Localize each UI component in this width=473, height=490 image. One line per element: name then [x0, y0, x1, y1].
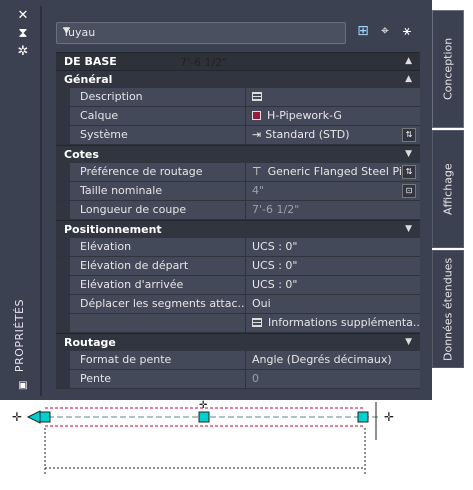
details-icon	[252, 318, 262, 327]
property-row[interactable]: Elévation d'arrivée UCS : 0"	[56, 276, 420, 295]
section-routage[interactable]: Routage ▼	[56, 333, 420, 351]
property-row[interactable]: Pente 0	[56, 370, 420, 389]
grip-start[interactable]	[39, 411, 51, 423]
property-row[interactable]: Calque H-Pipework-G	[56, 107, 420, 126]
dimension-text: 7'-6 1/2"	[180, 56, 228, 69]
palette-title: PROPRIÉTÉS	[13, 298, 26, 372]
property-key: Description	[70, 88, 246, 106]
auto-hide-icon[interactable]: ⧗	[15, 26, 31, 42]
property-key: Format de pente	[70, 351, 246, 369]
property-key: Système	[70, 126, 246, 144]
add-grip-icon[interactable]: ✛	[199, 400, 208, 411]
additional-info-button[interactable]: Informations supplémenta...	[246, 314, 420, 332]
section-cotes[interactable]: Cotes ▼	[56, 145, 420, 163]
pick-icon[interactable]: ⇅	[402, 128, 416, 142]
system-icon: ⇥	[252, 128, 262, 141]
property-value[interactable]: 4" ⊡	[246, 182, 420, 200]
property-value[interactable]: Angle (Degrés décimaux)	[246, 351, 420, 369]
property-value[interactable]	[246, 88, 420, 106]
property-key: Elévation de départ	[70, 257, 246, 275]
section-general[interactable]: Général ▲	[56, 70, 420, 88]
select-objects-icon[interactable]: ⌖	[376, 22, 394, 40]
property-key: Longueur de coupe	[70, 201, 246, 219]
chevron-up-icon: ▲	[405, 74, 412, 84]
routing-preference-value: Generic Flanged Steel Pip	[267, 165, 409, 178]
property-row[interactable]: Déplacer les segments attac... Oui	[56, 295, 420, 314]
property-key: Elévation	[70, 238, 246, 256]
layer-name: H-Pipework-G	[267, 109, 342, 122]
property-row[interactable]: Système ⇥ Standard (STD) ⇅	[56, 126, 420, 145]
property-value[interactable]: ⇥ Standard (STD) ⇅	[246, 126, 420, 144]
object-type-select[interactable]: Tuyau ▼	[56, 22, 346, 44]
chevron-up-icon: ▲	[405, 56, 412, 66]
add-selection-icon[interactable]: ⊞	[354, 22, 372, 40]
section-positionnement[interactable]: Positionnement ▼	[56, 220, 420, 238]
close-icon[interactable]: ✕	[15, 8, 31, 24]
property-key: Pente	[70, 370, 246, 388]
property-row: Longueur de coupe 7'-6 1/2"	[56, 201, 420, 220]
property-key: Déplacer les segments attac...	[70, 295, 246, 313]
property-value[interactable]: UCS : 0"	[246, 257, 420, 275]
section-de-base[interactable]: DE BASE ▲	[56, 52, 420, 70]
property-row[interactable]: Elévation de départ UCS : 0"	[56, 257, 420, 276]
palette-menu-icon[interactable]: ▣	[15, 378, 31, 394]
tab-donnees-etendues[interactable]: Données étendues	[432, 250, 464, 368]
property-row[interactable]: Format de pente Angle (Degrés décimaux)	[56, 351, 420, 370]
drawing-area[interactable]: ✛ ✛ ✛	[0, 400, 473, 490]
tab-conception[interactable]: Conception	[432, 10, 464, 128]
grip-end[interactable]	[357, 411, 369, 423]
property-value[interactable]: ⊤ Generic Flanged Steel Pip ⇅	[246, 163, 420, 181]
add-grip-icon[interactable]: ✛	[12, 410, 22, 424]
property-row[interactable]: Informations supplémenta...	[56, 314, 420, 333]
property-key: Préférence de routage	[70, 163, 246, 181]
grip-mid[interactable]	[198, 411, 210, 423]
property-row[interactable]: Taille nominale 4" ⊡	[56, 182, 420, 201]
chevron-down-icon: ▼	[405, 337, 412, 347]
property-value[interactable]: H-Pipework-G	[246, 107, 420, 125]
property-grid: DE BASE ▲ Général ▲ Description Calque H…	[56, 52, 420, 389]
pipe-fitting-icon: ⊤	[252, 165, 262, 178]
section-title: DE BASE	[64, 55, 117, 68]
lock-icon[interactable]: ⊡	[402, 184, 416, 198]
chevron-down-icon: ▼	[405, 224, 412, 234]
nominal-size-value: 4"	[252, 184, 265, 197]
property-value[interactable]: Oui	[246, 295, 420, 313]
section-title: Général	[64, 73, 113, 86]
palette-tabs: Conception Affichage Données étendues	[432, 0, 473, 400]
description-editor-icon[interactable]	[252, 92, 262, 101]
tab-affichage[interactable]: Affichage	[432, 130, 464, 248]
property-value[interactable]: 0	[246, 370, 420, 388]
property-key: Calque	[70, 107, 246, 125]
property-value: 7'-6 1/2"	[246, 201, 420, 219]
add-grip-icon[interactable]: ✛	[384, 410, 394, 424]
property-row[interactable]: Elévation UCS : 0"	[56, 238, 420, 257]
property-key: Taille nominale	[70, 182, 246, 200]
palette-title-strip: ✕ ⧗ ✲ PROPRIÉTÉS ▣	[10, 6, 40, 396]
quick-select-icon[interactable]: ⚹	[398, 22, 416, 40]
section-title: Cotes	[64, 148, 99, 161]
properties-main: Tuyau ▼ ⊞ ⌖ ⚹ DE BASE ▲ Général ▲ Descri…	[40, 6, 426, 396]
property-value[interactable]: UCS : 0"	[246, 276, 420, 294]
additional-info-label: Informations supplémenta...	[268, 316, 420, 329]
settings-icon[interactable]: ✲	[15, 44, 31, 60]
pick-icon[interactable]: ⇅	[402, 165, 416, 179]
property-row[interactable]: Description	[56, 88, 420, 107]
section-title: Positionnement	[64, 223, 162, 236]
layer-color-swatch	[252, 111, 261, 120]
section-title: Routage	[64, 336, 116, 349]
chevron-down-icon: ▼	[405, 149, 412, 159]
property-key	[70, 314, 246, 332]
chevron-down-icon: ▼	[63, 26, 70, 36]
property-value[interactable]: UCS : 0"	[246, 238, 420, 256]
property-row[interactable]: Préférence de routage ⊤ Generic Flanged S…	[56, 163, 420, 182]
system-value: Standard (STD)	[265, 128, 350, 141]
lengthen-arrow-left[interactable]	[26, 410, 41, 424]
property-key: Elévation d'arrivée	[70, 276, 246, 294]
